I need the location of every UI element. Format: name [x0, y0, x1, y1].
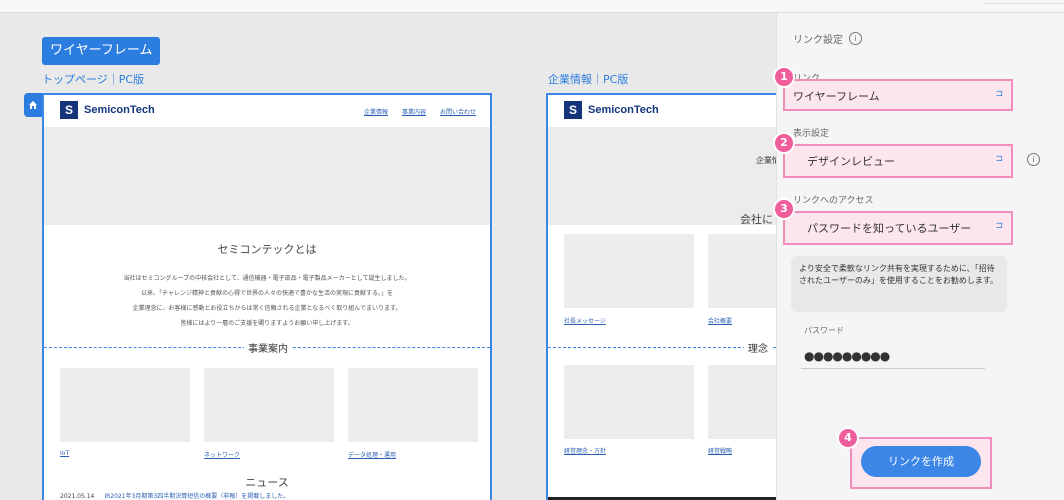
top-toolbar — [0, 0, 1064, 13]
chevron-icon: ⊐ — [995, 221, 1003, 231]
project-name-badge[interactable]: ワイヤーフレーム — [42, 37, 161, 65]
home-page-tab[interactable] — [24, 93, 42, 117]
link-name-value: ワイヤーフレーム — [793, 90, 880, 103]
page-label-company[interactable]: 企業情報｜PC版 — [548, 71, 628, 87]
page-frame-company[interactable]: S SemiconTech 企業情 会社に 社長メッセージ 会社概要 理念 経営… — [546, 93, 776, 500]
thumbnail-placeholder — [564, 234, 694, 308]
password-underline — [801, 368, 985, 369]
link-access-select[interactable]: パスワードを知っているユーザー ⊐ — [783, 211, 1013, 245]
panel-header: リンク設定 i — [793, 31, 862, 46]
site-header: S SemiconTech 企業情報 事業内容 お問い合わせ — [44, 95, 490, 127]
thumbnail-placeholder — [708, 365, 776, 439]
section-divider — [548, 347, 776, 348]
thumbnail-caption[interactable]: 社長メッセージ — [564, 316, 606, 325]
callout-badge-4: 4 — [839, 429, 857, 447]
site-logo[interactable]: S SemiconTech — [60, 101, 155, 119]
home-icon — [29, 101, 37, 109]
site-logo[interactable]: S SemiconTech — [564, 101, 659, 119]
divider-label: 事業案内 — [244, 340, 292, 355]
callout-badge-1: 1 — [775, 68, 793, 86]
body-line: 企業理念に、お客様に感動とお役立ちからは常く信頼される企業となるべく取り組んでま… — [132, 305, 402, 312]
thumbnail-caption[interactable]: 経営戦略 — [708, 446, 732, 455]
panel-title: リンク設定 — [793, 35, 843, 46]
body-line: 当社はセミコングループの中核会社として、通信機器・電子部品・電子製品メーカーとし… — [123, 275, 411, 282]
body-line: 皆様にはより一層のご支援を賜りますようお願い申し上げます。 — [180, 320, 354, 327]
section-title: 会社に — [740, 213, 773, 226]
site-nav: 企業情報 事業内容 お問い合わせ — [364, 107, 476, 116]
thumbnail-placeholder — [60, 368, 190, 442]
password-field[interactable]: ●●●●●●●●● — [804, 349, 890, 363]
news-link[interactable]: IR2021年3月期第3四半期決算短信の概要（非報）を掲載しました。 — [104, 493, 289, 500]
page-label-top[interactable]: トップページ｜PC版 — [42, 71, 144, 87]
thumbnail-placeholder — [348, 368, 478, 442]
info-icon[interactable]: i — [849, 32, 862, 45]
news-date: 2021.05.14 — [60, 493, 95, 500]
nav-link-business[interactable]: 事業内容 — [402, 107, 426, 116]
chevron-icon: ⊐ — [995, 154, 1003, 164]
link-access-label: リンクへのアクセス — [793, 196, 874, 206]
toolbar-edge — [984, 0, 1064, 4]
thumbnail-placeholder — [204, 368, 334, 442]
news-title: ニュース — [245, 476, 289, 489]
section-title: セミコンテックとは — [217, 243, 317, 256]
thumbnail-caption[interactable]: ネットワーク — [204, 450, 240, 459]
divider-label: 理念 — [744, 340, 772, 355]
display-setting-label: 表示設定 — [793, 129, 830, 139]
nav-link-contact[interactable]: お問い合わせ — [440, 107, 476, 116]
logo-mark: S — [60, 101, 78, 119]
logo-text: SemiconTech — [84, 104, 155, 116]
thumbnail-caption[interactable]: 会社概要 — [708, 316, 732, 325]
page-frame-top[interactable]: S SemiconTech 企業情報 事業内容 お問い合わせ セミコンテックとは… — [42, 93, 492, 500]
hero-placeholder — [44, 127, 490, 225]
display-setting-select[interactable]: デザインレビュー ⊐ — [783, 144, 1013, 178]
logo-mark: S — [564, 101, 582, 119]
thumbnail-caption[interactable]: 経営理念・方針 — [564, 446, 606, 455]
callout-badge-3: 3 — [775, 200, 793, 218]
display-setting-value: デザインレビュー — [807, 155, 895, 168]
link-access-value: パスワードを知っているユーザー — [807, 222, 972, 235]
body-line: 以来、「チャレンジ精神と貢献の心得で世界の人々の快適で豊かな生活の実現に貢献する… — [141, 290, 393, 297]
hero-text: 企業情 — [756, 156, 776, 165]
thumbnail-caption[interactable]: データ処理・運用 — [348, 450, 396, 459]
create-link-button[interactable]: リンクを作成 — [861, 446, 981, 477]
nav-link-company[interactable]: 企業情報 — [364, 107, 388, 116]
edit-icon: ⊐ — [995, 89, 1003, 99]
info-icon[interactable]: i — [1027, 153, 1040, 166]
link-settings-panel: リンク設定 i リンク ワイヤーフレーム ⊐ 表示設定 デザインレビュー ⊐ リ… — [775, 13, 1064, 500]
callout-badge-2: 2 — [775, 134, 793, 152]
password-label: パスワード — [804, 326, 844, 335]
logo-text: SemiconTech — [588, 104, 659, 116]
link-name-field[interactable]: ワイヤーフレーム ⊐ — [783, 79, 1013, 111]
thumbnail-caption[interactable]: IoT — [60, 450, 69, 457]
site-header: S SemiconTech — [548, 95, 776, 127]
security-note: より安全で柔軟なリンク共有を実現するために、「招待されたユーザーのみ」を使用する… — [791, 256, 1007, 312]
thumbnail-placeholder — [564, 365, 694, 439]
wireframe-canvas: ワイヤーフレーム トップページ｜PC版 企業情報｜PC版 S SemiconTe… — [0, 13, 776, 500]
news-item[interactable]: 2021.05.14 IR2021年3月期第3四半期決算短信の概要（非報）を掲載し… — [60, 491, 289, 500]
thumbnail-placeholder — [708, 234, 776, 308]
